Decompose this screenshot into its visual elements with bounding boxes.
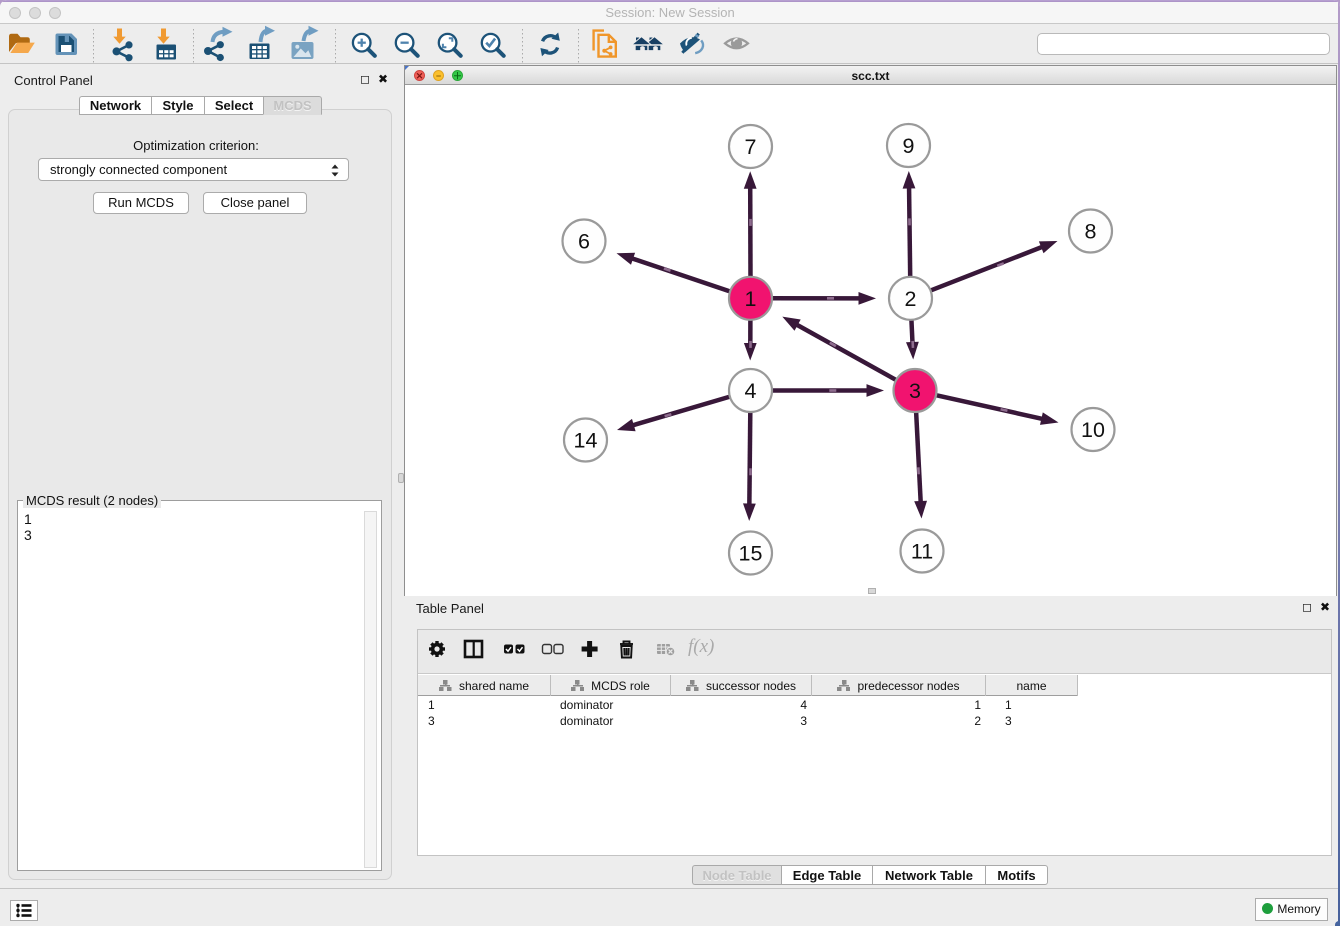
svg-text:7: 7 xyxy=(745,135,757,159)
svg-text:3: 3 xyxy=(909,379,921,403)
svg-text:4: 4 xyxy=(745,379,757,403)
svg-text:8: 8 xyxy=(1085,220,1097,244)
svg-text:14: 14 xyxy=(574,429,598,453)
svg-text:1: 1 xyxy=(745,287,757,311)
svg-text:11: 11 xyxy=(911,540,933,564)
svg-text:2: 2 xyxy=(905,287,917,311)
svg-text:9: 9 xyxy=(903,134,915,158)
svg-text:10: 10 xyxy=(1081,418,1105,442)
svg-text:6: 6 xyxy=(578,230,590,254)
svg-text:15: 15 xyxy=(739,542,763,566)
